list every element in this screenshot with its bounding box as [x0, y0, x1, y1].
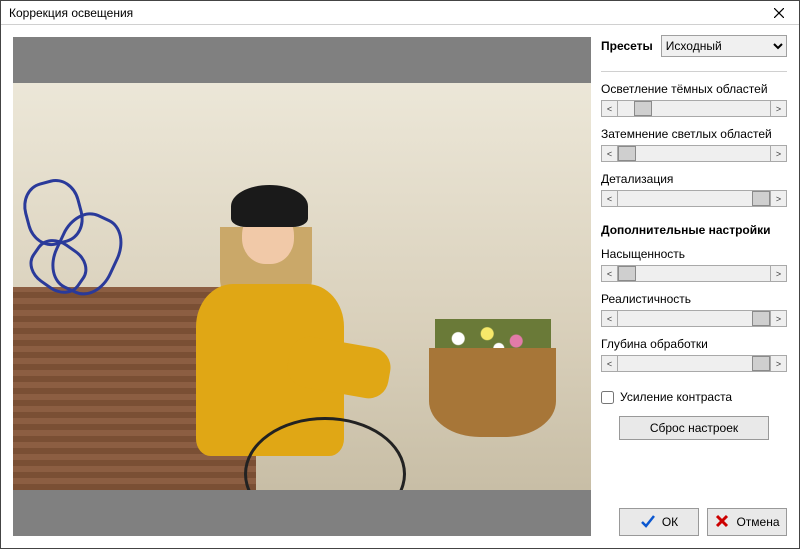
slider-label: Осветление тёмных областей: [601, 82, 787, 96]
close-button[interactable]: [759, 1, 799, 25]
slider-label: Реалистичность: [601, 292, 787, 306]
slider-thumb[interactable]: [618, 266, 636, 281]
cancel-button[interactable]: Отмена: [707, 508, 787, 536]
window-title: Коррекция освещения: [9, 6, 133, 20]
chevron-left-icon[interactable]: <: [602, 101, 618, 116]
dialog-window: Коррекция освещения: [0, 0, 800, 549]
divider: [601, 71, 787, 72]
slider-control[interactable]: < >: [601, 100, 787, 117]
check-icon: [640, 513, 656, 532]
slider-lighten-dark: Осветление тёмных областей < >: [601, 82, 787, 117]
slider-depth: Глубина обработки < >: [601, 337, 787, 372]
close-icon: [774, 8, 784, 18]
preset-row: Пресеты Исходный: [601, 35, 787, 57]
slider-track[interactable]: [618, 311, 770, 326]
contrast-label: Усиление контраста: [620, 390, 732, 404]
slider-control[interactable]: < >: [601, 355, 787, 372]
chevron-left-icon[interactable]: <: [602, 266, 618, 281]
slider-realism: Реалистичность < >: [601, 292, 787, 327]
advanced-heading: Дополнительные настройки: [601, 223, 787, 237]
chevron-left-icon[interactable]: <: [602, 356, 618, 371]
chevron-right-icon[interactable]: >: [770, 101, 786, 116]
slider-track[interactable]: [618, 146, 770, 161]
slider-control[interactable]: < >: [601, 145, 787, 162]
slider-thumb[interactable]: [618, 146, 636, 161]
sidebar-controls: Пресеты Исходный Осветление тёмных облас…: [591, 25, 799, 548]
preview-pane: [13, 37, 591, 536]
slider-label: Насыщенность: [601, 247, 787, 261]
slider-track[interactable]: [618, 266, 770, 281]
slider-control[interactable]: < >: [601, 190, 787, 207]
slider-thumb[interactable]: [752, 311, 770, 326]
slider-track[interactable]: [618, 101, 770, 116]
chevron-left-icon[interactable]: <: [602, 311, 618, 326]
contrast-checkbox-row: Усиление контраста: [601, 390, 787, 404]
slider-control[interactable]: < >: [601, 265, 787, 282]
slider-track[interactable]: [618, 356, 770, 371]
dialog-body: Пресеты Исходный Осветление тёмных облас…: [1, 25, 799, 548]
titlebar: Коррекция освещения: [1, 1, 799, 25]
slider-saturation: Насыщенность < >: [601, 247, 787, 282]
cross-icon: [714, 513, 730, 532]
slider-darken-light: Затемнение светлых областей < >: [601, 127, 787, 162]
slider-thumb[interactable]: [634, 101, 652, 116]
slider-track[interactable]: [618, 191, 770, 206]
chevron-right-icon[interactable]: >: [770, 311, 786, 326]
preset-label: Пресеты: [601, 39, 653, 53]
cancel-label: Отмена: [736, 515, 779, 529]
slider-label: Детализация: [601, 172, 787, 186]
chevron-right-icon[interactable]: >: [770, 191, 786, 206]
preset-select[interactable]: Исходный: [661, 35, 787, 57]
preview-image: [13, 83, 591, 491]
reset-button[interactable]: Сброс настроек: [619, 416, 769, 440]
chevron-right-icon[interactable]: >: [770, 356, 786, 371]
slider-detail: Детализация < >: [601, 172, 787, 207]
ok-button[interactable]: ОК: [619, 508, 699, 536]
slider-thumb[interactable]: [752, 191, 770, 206]
chevron-left-icon[interactable]: <: [602, 191, 618, 206]
dialog-footer: ОК Отмена: [601, 508, 787, 536]
slider-thumb[interactable]: [752, 356, 770, 371]
chevron-left-icon[interactable]: <: [602, 146, 618, 161]
contrast-checkbox[interactable]: [601, 391, 614, 404]
ok-label: ОК: [662, 515, 678, 529]
slider-label: Глубина обработки: [601, 337, 787, 351]
slider-label: Затемнение светлых областей: [601, 127, 787, 141]
slider-control[interactable]: < >: [601, 310, 787, 327]
chevron-right-icon[interactable]: >: [770, 146, 786, 161]
chevron-right-icon[interactable]: >: [770, 266, 786, 281]
